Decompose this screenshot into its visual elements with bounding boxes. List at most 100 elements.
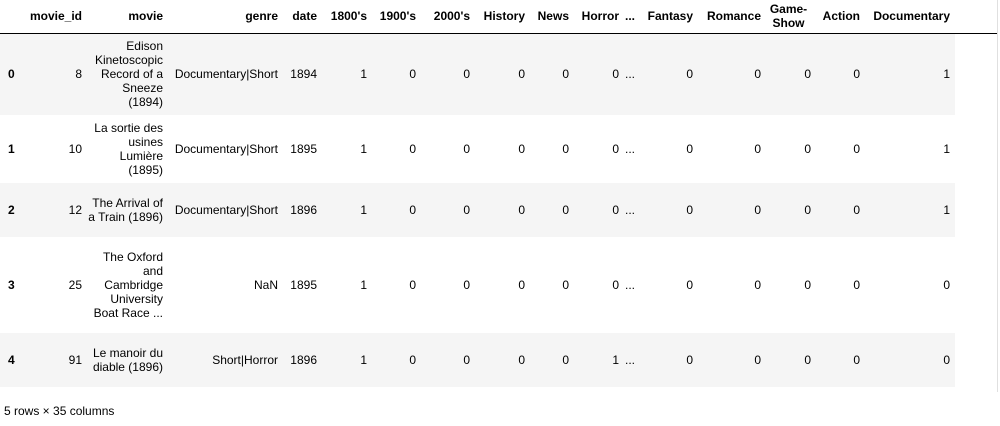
cell-2000-s: 0 bbox=[463, 67, 470, 82]
cell-movie-id: 8 bbox=[75, 67, 82, 82]
cell-genre: Documentary|Short bbox=[174, 67, 278, 82]
cell-fantasy: 0 bbox=[686, 203, 693, 217]
cell-blank: ... bbox=[625, 278, 636, 292]
dataframe-table: movie_id movie genre date 1800's 1900's 2000's… bbox=[0, 0, 997, 387]
cell-horror: 0 bbox=[612, 67, 619, 82]
table-row: 2 12 The Arrival of a Train (1896) Document… bbox=[0, 183, 997, 237]
column-header-action: Action bbox=[816, 0, 865, 34]
row-index: 3 bbox=[8, 278, 15, 292]
cell-news: 0 bbox=[562, 203, 569, 217]
cell-date: 1896 bbox=[290, 353, 317, 367]
cell-1900-s: 0 bbox=[409, 353, 416, 367]
cell-movie-id: 10 bbox=[68, 142, 82, 156]
row-index: 0 bbox=[8, 67, 15, 82]
cell-romance: 0 bbox=[754, 278, 761, 292]
index-header bbox=[0, 0, 25, 34]
cell-movie: Le manoir du diable (1896) bbox=[92, 346, 163, 374]
column-header-anima: Anima bbox=[955, 0, 997, 34]
cell-1900-s: 0 bbox=[409, 278, 416, 292]
cell-2000-s: 0 bbox=[463, 142, 470, 156]
cell-blank: ... bbox=[625, 67, 636, 82]
cell-action: 0 bbox=[853, 142, 860, 156]
table-row: 0 8 Edison Kinetoscopic Record of a Sneeze… bbox=[0, 33, 997, 115]
cell-news: 0 bbox=[562, 142, 569, 156]
cell-1900-s: 0 bbox=[409, 67, 416, 82]
column-header-romance: Romance bbox=[698, 0, 766, 34]
cell-news: 0 bbox=[562, 67, 569, 82]
cell-date: 1895 bbox=[290, 278, 317, 292]
column-header-game-show: Game-Show bbox=[766, 0, 816, 34]
cell-1800-s: 1 bbox=[360, 203, 367, 217]
cell-genre: Documentary|Short bbox=[174, 142, 278, 156]
cell-1800-s: 1 bbox=[360, 67, 367, 82]
cell-1800-s: 1 bbox=[360, 278, 367, 292]
cell-fantasy: 0 bbox=[686, 353, 693, 367]
cell-horror: 0 bbox=[612, 278, 619, 292]
cell-action: 0 bbox=[853, 67, 860, 82]
cell-action: 0 bbox=[853, 203, 860, 217]
cell-horror: 0 bbox=[612, 142, 619, 156]
cell-movie-id: 91 bbox=[68, 353, 82, 367]
column-header-horror: Horror bbox=[574, 0, 624, 34]
cell-horror: 1 bbox=[612, 353, 619, 367]
cell-2000-s: 0 bbox=[463, 278, 470, 292]
cell-romance: 0 bbox=[754, 353, 761, 367]
cell-movie: Edison Kinetoscopic Record of a Sneeze (… bbox=[94, 39, 163, 110]
cell-action: 0 bbox=[853, 278, 860, 292]
cell-romance: 0 bbox=[754, 67, 761, 82]
cell-game-show: 0 bbox=[804, 67, 811, 82]
cell-1800-s: 1 bbox=[360, 353, 367, 367]
column-header-1900-s: 1900's bbox=[372, 0, 421, 34]
cell-news: 0 bbox=[562, 353, 569, 367]
cell-blank: ... bbox=[625, 353, 636, 367]
cell-genre: Short|Horror bbox=[212, 353, 278, 367]
cell-game-show: 0 bbox=[804, 203, 811, 217]
cell-date: 1895 bbox=[290, 142, 317, 156]
row-index: 4 bbox=[8, 353, 15, 367]
cell-history: 0 bbox=[518, 203, 525, 217]
notebook-output: movie_id movie genre date 1800's 1900's 2000's… bbox=[0, 0, 1000, 426]
cell-game-show: 0 bbox=[804, 353, 811, 367]
cell-date: 1896 bbox=[290, 203, 317, 217]
cell-fantasy: 0 bbox=[686, 142, 693, 156]
cell-2000-s: 0 bbox=[463, 353, 470, 367]
cell-date: 1894 bbox=[290, 67, 317, 82]
cell-history: 0 bbox=[518, 67, 525, 82]
output-area-edge bbox=[997, 0, 998, 392]
column-header-movie: movie bbox=[87, 0, 168, 34]
column-header-2000-s: 2000's bbox=[421, 0, 475, 34]
cell-horror: 0 bbox=[612, 203, 619, 217]
cell-fantasy: 0 bbox=[686, 67, 693, 82]
table-row: 3 25 The Oxford and Cambridge University B… bbox=[0, 237, 997, 333]
dataframe-scroll-area[interactable]: movie_id movie genre date 1800's 1900's 2000's… bbox=[0, 0, 997, 392]
table-row: 4 91 Le manoir du diable (1896) Short|Horro… bbox=[0, 333, 997, 387]
cell-news: 0 bbox=[562, 278, 569, 292]
cell-movie: La sortie des usines Lumière (1895) bbox=[94, 121, 163, 177]
cell-game-show: 0 bbox=[804, 142, 811, 156]
row-index: 2 bbox=[8, 203, 15, 217]
cell-action: 0 bbox=[853, 353, 860, 367]
table-row: 1 10 La sortie des usines Lumière (1895) Do… bbox=[0, 115, 997, 183]
cell-game-show: 0 bbox=[804, 278, 811, 292]
cell-blank: ... bbox=[625, 203, 636, 217]
cell-movie: The Oxford and Cambridge University Boat… bbox=[93, 250, 163, 320]
table-body: 0 8 Edison Kinetoscopic Record of a Sneeze… bbox=[0, 33, 997, 387]
column-header-blank: ... bbox=[624, 0, 645, 34]
cell-movie: The Arrival of a Train (1896) bbox=[88, 196, 163, 224]
cell-blank: ... bbox=[625, 142, 636, 156]
cell-romance: 0 bbox=[754, 203, 761, 217]
column-header-genre: genre bbox=[168, 0, 283, 34]
cell-genre: Documentary|Short bbox=[174, 203, 278, 217]
cell-1900-s: 0 bbox=[409, 203, 416, 217]
cell-documentary: 1 bbox=[943, 142, 950, 156]
cell-genre: NaN bbox=[253, 278, 278, 292]
cell-history: 0 bbox=[518, 278, 525, 292]
column-header-news: News bbox=[530, 0, 574, 34]
cell-documentary: 0 bbox=[943, 353, 950, 367]
column-header-date: date bbox=[283, 0, 322, 34]
cell-1900-s: 0 bbox=[409, 142, 416, 156]
cell-movie-id: 25 bbox=[68, 278, 82, 292]
table-header: movie_id movie genre date 1800's 1900's 2000's… bbox=[0, 0, 997, 34]
cell-2000-s: 0 bbox=[463, 203, 470, 217]
cell-1800-s: 1 bbox=[360, 142, 367, 156]
